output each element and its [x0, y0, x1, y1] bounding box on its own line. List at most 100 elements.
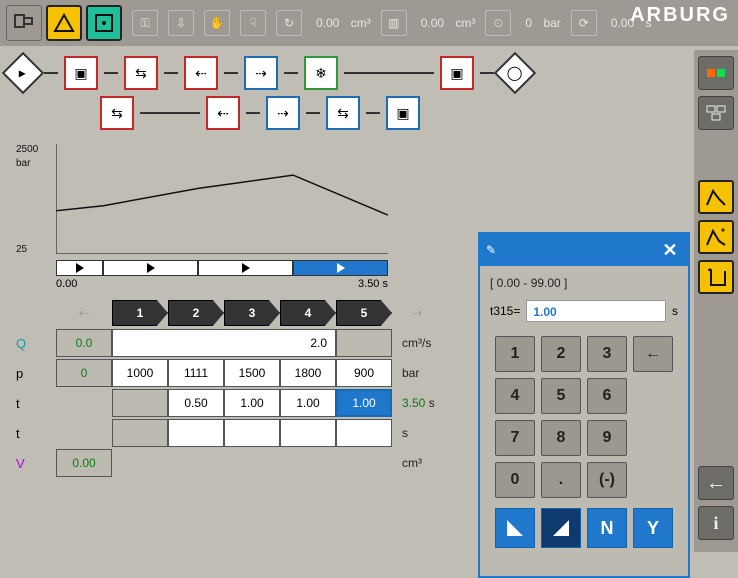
- y-max-label: 2500: [16, 144, 38, 155]
- menu-icon[interactable]: [6, 5, 42, 41]
- q-left-cell[interactable]: 0.0: [56, 329, 112, 357]
- back-icon[interactable]: ←: [698, 466, 734, 500]
- v-unit: cm³: [392, 456, 442, 470]
- t2-cell-2[interactable]: [168, 419, 224, 447]
- row-t2: t s: [10, 418, 460, 448]
- t1-label: t: [10, 396, 56, 411]
- stage-2-flag[interactable]: 2: [168, 300, 224, 326]
- keypad-actions: N Y: [490, 508, 678, 548]
- p-cell-2[interactable]: 1111: [168, 359, 224, 387]
- key-dot[interactable]: .: [541, 462, 581, 498]
- t2-cell-4[interactable]: [280, 419, 336, 447]
- key-neg[interactable]: (-): [587, 462, 627, 498]
- v-left-cell[interactable]: 0.00: [56, 449, 112, 477]
- t2-cell-5[interactable]: [336, 419, 392, 447]
- key-8[interactable]: 8: [541, 420, 581, 456]
- key-yes[interactable]: Y: [633, 508, 673, 548]
- key-4[interactable]: 4: [495, 378, 535, 414]
- flow-node-4[interactable]: ⇢: [244, 56, 278, 90]
- stage-1-flag[interactable]: 1: [112, 300, 168, 326]
- q-main-cell[interactable]: 2.0: [112, 329, 336, 357]
- key-0[interactable]: 0: [495, 462, 535, 498]
- key-icon[interactable]: ⚿: [132, 10, 158, 36]
- key-triangle-right[interactable]: [541, 508, 581, 548]
- flow-node-1[interactable]: ▣: [64, 56, 98, 90]
- p-cell-1[interactable]: 1000: [112, 359, 168, 387]
- flow-node-6[interactable]: ⇆: [100, 96, 134, 130]
- hand-icon[interactable]: ☟: [240, 10, 266, 36]
- t2-cell-1: [112, 419, 168, 447]
- cycle-icon[interactable]: ↻: [276, 10, 302, 36]
- flow-stop-icon[interactable]: ◯: [494, 52, 536, 94]
- side-panel: ← i: [694, 50, 738, 552]
- row-q: Q 0.0 2.0 cm³/s: [10, 328, 460, 358]
- status-lights-icon[interactable]: [698, 56, 734, 90]
- stage-5-flag[interactable]: 5: [336, 300, 392, 326]
- status-readout-2: 0.00 cm³: [421, 16, 476, 30]
- key-1[interactable]: 1: [495, 336, 535, 372]
- key-2[interactable]: 2: [541, 336, 581, 372]
- p-cell-3[interactable]: 1500: [224, 359, 280, 387]
- row-t1: t 0.50 1.00 1.00 1.00 3.50 s: [10, 388, 460, 418]
- t1-cell-1: [112, 389, 168, 417]
- flow-node-2[interactable]: ⇆: [124, 56, 158, 90]
- flow-node-5[interactable]: ▣: [440, 56, 474, 90]
- q-pad: [336, 329, 392, 357]
- keypad-header: ✎ ✕: [480, 234, 688, 266]
- flow-cool-icon[interactable]: ❄: [304, 56, 338, 90]
- curve-balance-icon[interactable]: [698, 220, 734, 254]
- t1-cell-2[interactable]: 0.50: [168, 389, 224, 417]
- flow-node-7[interactable]: ⇠: [206, 96, 240, 130]
- flow-node-3[interactable]: ⇠: [184, 56, 218, 90]
- flow-node-10[interactable]: ▣: [386, 96, 420, 130]
- parameter-grid: ⇠ 1 2 3 4 5 ⇢ Q 0.0 2.0 cm³/s p 0 1000: [0, 294, 470, 488]
- key-5[interactable]: 5: [541, 378, 581, 414]
- flow-start-icon[interactable]: ▸: [2, 52, 44, 94]
- key-9[interactable]: 9: [587, 420, 627, 456]
- list-icon[interactable]: [698, 260, 734, 294]
- keypad-value-field[interactable]: 1.00: [526, 300, 666, 322]
- flow-node-9[interactable]: ⇆: [326, 96, 360, 130]
- t2-label: t: [10, 426, 56, 441]
- v-label: V: [10, 456, 56, 471]
- t1-cell-3[interactable]: 1.00: [224, 389, 280, 417]
- gauge-icon[interactable]: ⏲: [485, 10, 511, 36]
- t2-cell-3[interactable]: [224, 419, 280, 447]
- top-toolbar: ⚿ ⇩ ✋ ☟ ↻ 0.00 cm³ ▥ 0.00 cm³ ⏲ 0 bar ⟳ …: [0, 0, 738, 46]
- stage-3-flag[interactable]: 3: [224, 300, 280, 326]
- p-left-cell[interactable]: 0: [56, 359, 112, 387]
- p-unit: bar: [392, 366, 442, 380]
- flow-node-8[interactable]: ⇢: [266, 96, 300, 130]
- status-readout-3: 0 bar: [525, 16, 560, 30]
- p-cell-4[interactable]: 1800: [280, 359, 336, 387]
- y-min-label: 25: [16, 244, 27, 255]
- chart-zone: 2500 bar 25 0.00 3.50 s: [0, 138, 470, 294]
- brand-logo: ARBURG: [630, 4, 730, 27]
- download-icon[interactable]: ⇩: [168, 10, 194, 36]
- record-icon[interactable]: [86, 5, 122, 41]
- key-3[interactable]: 3: [587, 336, 627, 372]
- p-cell-5[interactable]: 900: [336, 359, 392, 387]
- close-icon[interactable]: ✕: [658, 238, 682, 262]
- process-flow: ▸ ▣ ⇆ ⇠ ⇢ ❄ ▣ ◯ ⇆ ⇠ ⇢ ⇆ ▣: [0, 50, 694, 138]
- q-label: Q: [10, 336, 56, 351]
- layout-icon[interactable]: [698, 96, 734, 130]
- info-icon[interactable]: i: [698, 506, 734, 540]
- pressure-icon[interactable]: ▥: [381, 10, 407, 36]
- key-triangle-left[interactable]: [495, 508, 535, 548]
- loop-icon[interactable]: ⟳: [571, 10, 597, 36]
- key-6[interactable]: 6: [587, 378, 627, 414]
- key-backspace[interactable]: ←: [633, 336, 673, 372]
- x-min-label: 0.00: [56, 278, 77, 290]
- tool-icon[interactable]: ✋: [204, 10, 230, 36]
- warning-icon[interactable]: [46, 5, 82, 41]
- pressure-chart: [56, 144, 436, 274]
- row-v: V 0.00 cm³: [10, 448, 460, 478]
- t1-cell-4[interactable]: 1.00: [280, 389, 336, 417]
- t1-cell-5-selected[interactable]: 1.00: [336, 389, 392, 417]
- curve-a-icon[interactable]: [698, 180, 734, 214]
- key-no[interactable]: N: [587, 508, 627, 548]
- stage-4-flag[interactable]: 4: [280, 300, 336, 326]
- t2-unit: s: [392, 426, 442, 440]
- key-7[interactable]: 7: [495, 420, 535, 456]
